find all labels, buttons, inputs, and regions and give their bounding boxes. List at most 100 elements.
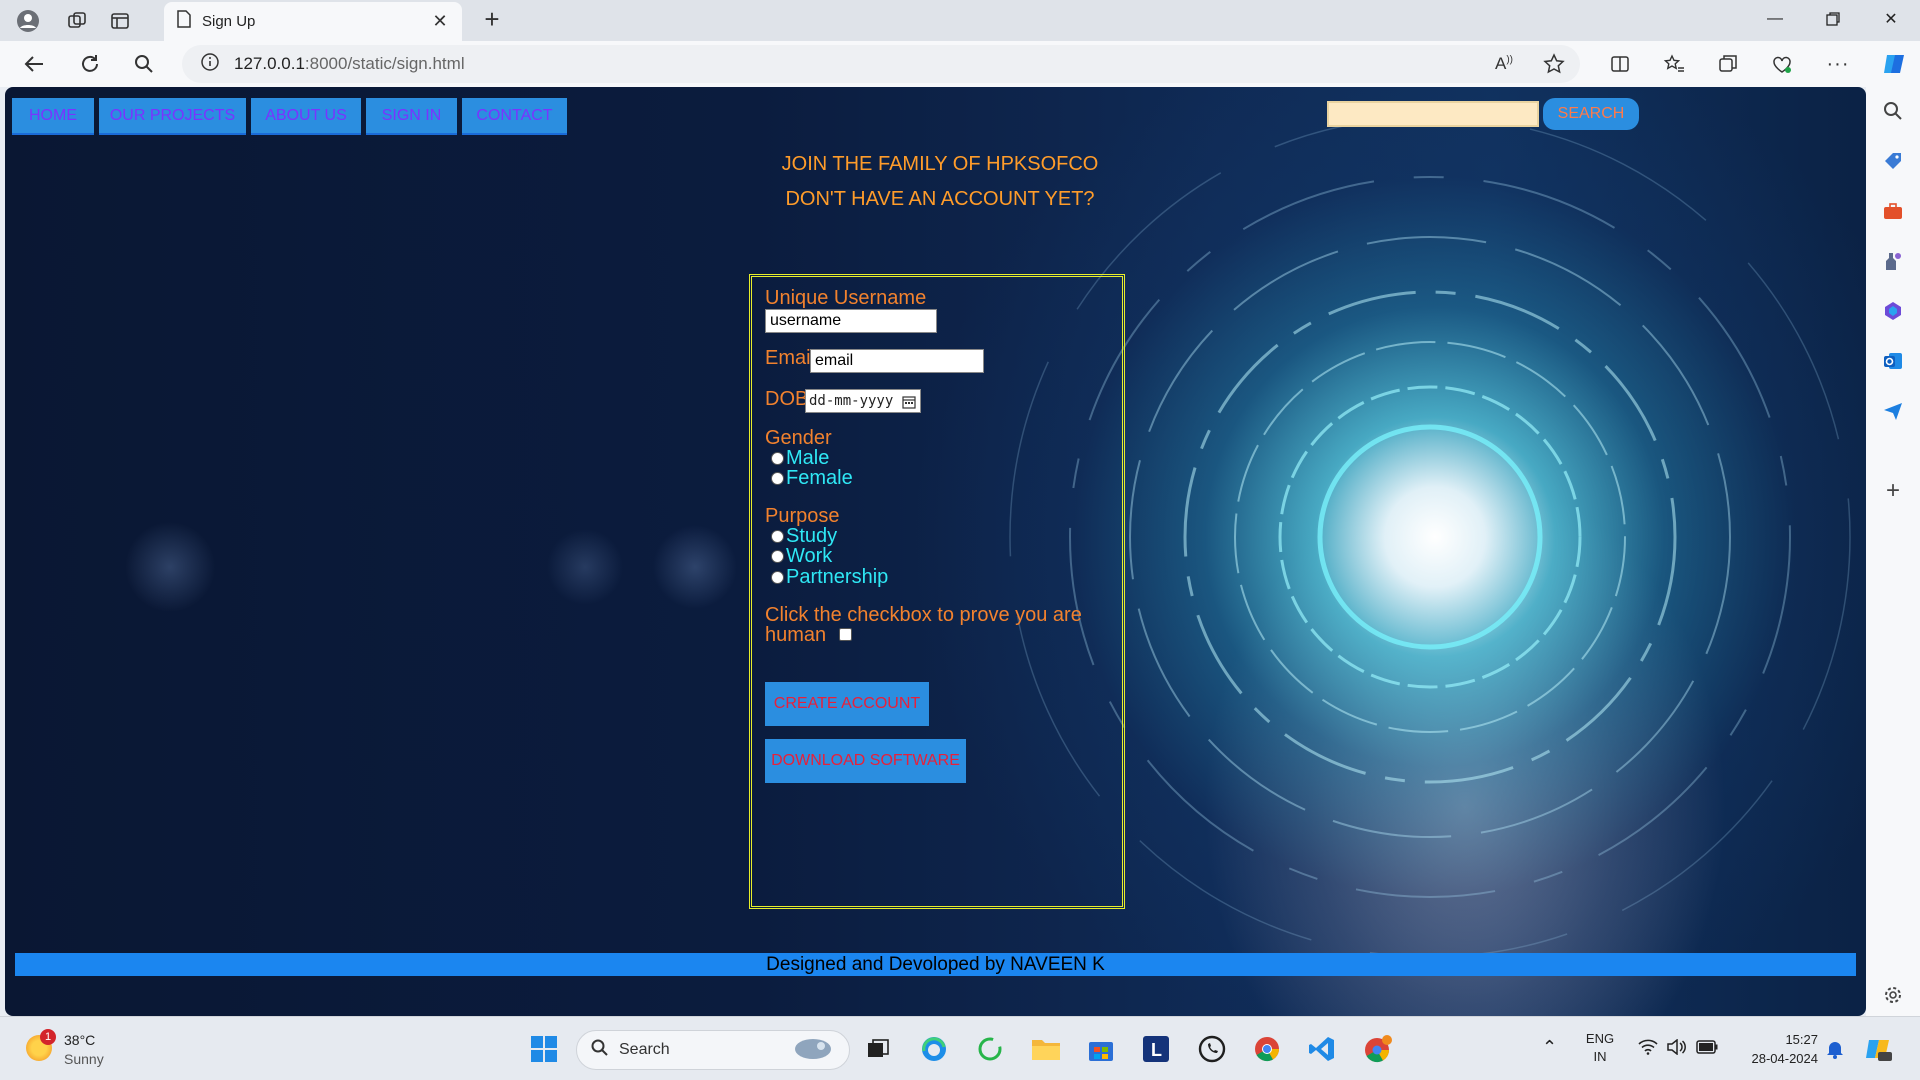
chrome-icon[interactable] <box>1251 1033 1283 1065</box>
close-window-button[interactable]: ✕ <box>1866 4 1916 34</box>
info-icon[interactable] <box>200 52 220 77</box>
vscode-icon[interactable] <box>1306 1033 1338 1065</box>
favorites-icon[interactable] <box>1660 50 1688 78</box>
sidebar-settings-icon[interactable] <box>1879 981 1907 1009</box>
nav-contact[interactable]: CONTACT <box>462 98 567 135</box>
url-path: :8000/static/sign.html <box>304 54 465 73</box>
svg-text:L: L <box>1151 1040 1162 1060</box>
taskbar-search-icon <box>591 1039 609 1062</box>
show-hidden-icons[interactable]: ⌃ <box>1542 1037 1557 1058</box>
language-code: ENG <box>1585 1031 1615 1046</box>
chrome-profile-icon[interactable] <box>1362 1033 1394 1065</box>
add-sidebar-app-icon[interactable]: + <box>1879 477 1907 505</box>
purpose-partnership-radio[interactable] <box>771 571 784 584</box>
vertical-tabs-icon[interactable] <box>106 7 134 35</box>
collections-icon[interactable] <box>1714 50 1742 78</box>
browser-titlebar: Sign Up ✕ + — ✕ <box>0 0 1920 41</box>
dob-label: DOB <box>765 388 809 410</box>
dob-date-input[interactable]: dd-mm-yyyy <box>805 389 921 413</box>
dob-placeholder: dd-mm-yyyy <box>809 393 894 409</box>
nav-our-projects-label: OUR PROJECTS <box>109 106 236 124</box>
taskbar-search[interactable]: Search <box>576 1030 850 1070</box>
copilot-icon[interactable] <box>1880 50 1908 78</box>
nav-our-projects[interactable]: OUR PROJECTS <box>99 98 246 135</box>
no-account-heading: DON'T HAVE AN ACCOUNT YET? <box>785 188 1095 210</box>
purpose-study-radio[interactable] <box>771 530 784 543</box>
outlook-icon[interactable] <box>1879 347 1907 375</box>
region-code: IN <box>1593 1049 1607 1064</box>
battery-icon[interactable] <box>1696 1040 1718 1057</box>
create-account-label: CREATE ACCOUNT <box>773 695 921 712</box>
human-checkbox[interactable] <box>839 628 852 641</box>
file-explorer-icon[interactable] <box>1030 1033 1062 1065</box>
join-heading: JOIN THE FAMILY OF HPKSOFCO <box>781 153 1099 175</box>
weather-desc: Sunny <box>64 1051 104 1067</box>
active-tab[interactable]: Sign Up ✕ <box>164 2 462 41</box>
username-field[interactable]: username <box>765 309 937 333</box>
language-indicator[interactable]: ENG IN <box>1578 1031 1622 1064</box>
weather-temp: 38°C <box>64 1032 96 1048</box>
whatsapp-icon[interactable] <box>1196 1033 1228 1065</box>
favorite-star-icon[interactable] <box>1540 50 1568 78</box>
site-search-input[interactable] <box>1327 101 1539 127</box>
sidebar-search-icon[interactable] <box>1879 97 1907 125</box>
shopping-tag-icon[interactable] <box>1879 147 1907 175</box>
create-account-button[interactable]: CREATE ACCOUNT <box>765 682 929 726</box>
microsoft-365-icon[interactable] <box>1879 297 1907 325</box>
email-field[interactable]: email <box>810 349 984 373</box>
edge-taskbar-icon[interactable] <box>918 1033 950 1065</box>
new-tab-button[interactable]: + <box>478 6 506 34</box>
wifi-icon[interactable] <box>1638 1039 1658 1058</box>
copilot-taskbar-icon[interactable] <box>1864 1034 1894 1067</box>
human-check-text-2: human <box>765 624 827 646</box>
back-button[interactable] <box>18 48 50 80</box>
nav-home[interactable]: HOME <box>12 98 94 135</box>
nav-sign-in[interactable]: SIGN IN <box>366 98 457 135</box>
gender-male-radio[interactable] <box>771 452 784 465</box>
gender-female-label: Female <box>786 467 853 489</box>
minimize-button[interactable]: — <box>1750 4 1800 34</box>
more-options-icon[interactable]: ··· <box>1824 50 1852 78</box>
address-bar[interactable]: 127.0.0.1:8000/static/sign.html <box>182 45 1580 83</box>
browser-toolbar: 127.0.0.1:8000/static/sign.html A)) ··· <box>0 41 1920 87</box>
refresh-button[interactable] <box>74 48 106 80</box>
site-search-button-label: SEARCH <box>1557 105 1625 122</box>
notification-bell-icon[interactable] <box>1826 1039 1844 1062</box>
windows-taskbar: 1 38°C Sunny Search L ⌃ ENG IN 15:27 28-… <box>0 1016 1920 1080</box>
nav-contact-label: CONTACT <box>476 106 553 124</box>
task-view-icon[interactable] <box>862 1033 894 1065</box>
page-icon <box>176 10 192 33</box>
profile-icon[interactable] <box>14 7 42 35</box>
purpose-work-radio[interactable] <box>771 550 784 563</box>
refresh-app-icon[interactable] <box>974 1033 1006 1065</box>
edge-sidebar: + <box>1866 87 1920 1016</box>
nav-home-label: HOME <box>29 106 77 124</box>
url-text: 127.0.0.1:8000/static/sign.html <box>234 54 465 74</box>
workspaces-icon[interactable] <box>63 7 91 35</box>
microsoft-store-icon[interactable] <box>1085 1033 1117 1065</box>
search-icon[interactable] <box>128 48 160 80</box>
split-screen-icon[interactable] <box>1606 50 1634 78</box>
gender-female-radio[interactable] <box>771 472 784 485</box>
tab-title: Sign Up <box>202 13 256 30</box>
nav-about-us[interactable]: ABOUT US <box>251 98 361 135</box>
email-label: Email <box>765 347 816 369</box>
purpose-work-label: Work <box>786 545 833 567</box>
taskbar-search-label: Search <box>619 1041 670 1058</box>
site-search-button[interactable]: SEARCH <box>1543 98 1639 130</box>
calendar-icon[interactable] <box>902 394 916 416</box>
l-app-icon[interactable]: L <box>1140 1033 1172 1065</box>
read-aloud-icon[interactable]: A)) <box>1490 50 1518 78</box>
games-icon[interactable] <box>1879 247 1907 275</box>
close-tab-icon[interactable]: ✕ <box>430 11 450 32</box>
restore-button[interactable] <box>1808 4 1858 34</box>
nav-sign-in-label: SIGN IN <box>381 106 442 124</box>
send-icon[interactable] <box>1879 397 1907 425</box>
browser-essentials-icon[interactable] <box>1768 50 1796 78</box>
volume-icon[interactable] <box>1666 1038 1686 1058</box>
start-button[interactable] <box>528 1033 560 1065</box>
tools-briefcase-icon[interactable] <box>1879 197 1907 225</box>
download-software-button[interactable]: DOWNLOAD SOFTWARE <box>765 739 966 783</box>
clock[interactable]: 15:27 28-04-2024 <box>1738 1032 1819 1066</box>
signup-form: Unique Username username Email email DOB… <box>749 274 1125 909</box>
